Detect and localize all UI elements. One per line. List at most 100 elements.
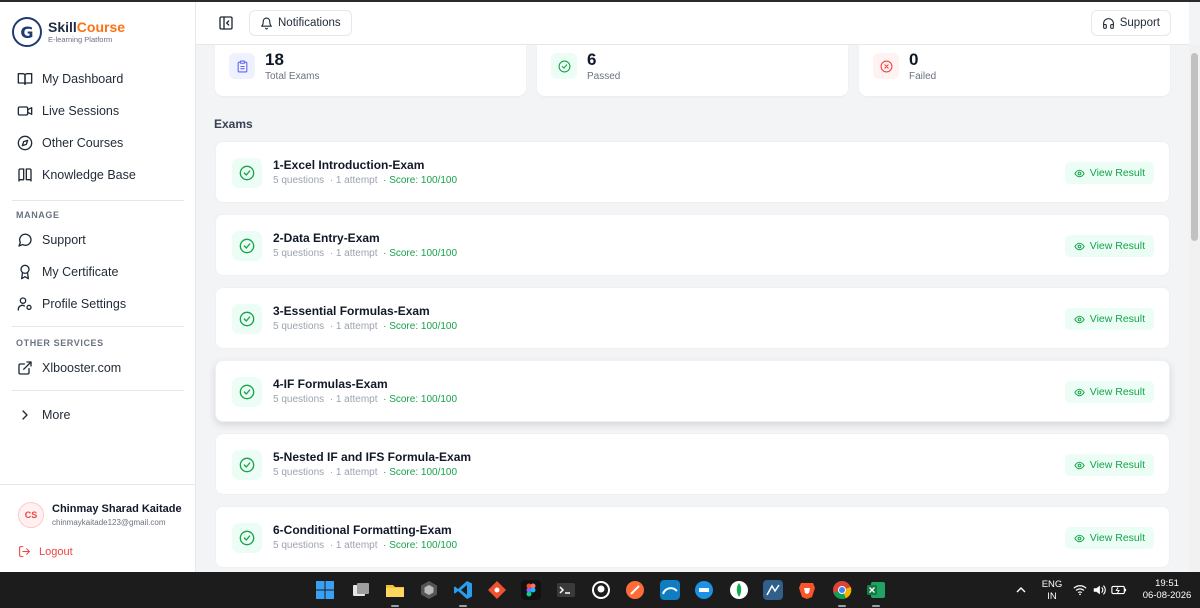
exam-questions: 5 questions [273, 540, 325, 551]
exam-title: 4-IF Formulas-Exam [273, 377, 388, 391]
brand-logo: G [12, 17, 42, 47]
volume-icon[interactable] [1092, 583, 1106, 597]
chevron-right-icon [22, 410, 28, 420]
manage-nav: Support My Certificate Profile Settings [0, 224, 196, 320]
exam-title: 2-Data Entry-Exam [273, 231, 380, 245]
docker-icon[interactable] [694, 580, 714, 600]
chevron-up-icon[interactable] [1016, 585, 1026, 595]
view-result-label: View Result [1089, 313, 1145, 325]
wifi-icon[interactable] [1073, 583, 1087, 597]
github-icon[interactable] [591, 580, 611, 600]
support-button[interactable]: Support [1090, 10, 1171, 36]
vscode-icon[interactable] [453, 580, 473, 600]
sidebar-item-other-courses[interactable]: Other Courses [0, 127, 196, 159]
check-circle-icon [239, 238, 255, 254]
sidebar-item-support[interactable]: Support [0, 224, 196, 256]
section-label-other-services: OTHER SERVICES [16, 338, 104, 348]
exam-score: · Score: 100/100 [383, 175, 458, 186]
sidebar-toggle-icon[interactable] [218, 15, 234, 31]
postman-icon[interactable] [625, 580, 645, 600]
sidebar-item-label: Knowledge Base [42, 168, 136, 182]
sidebar-item-label: Live Sessions [42, 104, 120, 118]
dashboard-icon [17, 73, 33, 85]
user-name: Chinmay Sharad Kaitade [52, 503, 182, 515]
sidebar-item-xlbooster[interactable]: Xlbooster.com [0, 352, 196, 384]
scrollbar-thumb[interactable] [1191, 53, 1198, 241]
support-label: Support [1119, 17, 1160, 29]
exam-attempts: · 1 attempt [329, 248, 378, 259]
check-circle-icon [558, 60, 570, 72]
exam-score: · Score: 100/100 [383, 321, 458, 332]
windows-start-icon[interactable] [315, 580, 335, 600]
sidebar-item-knowledge-base[interactable]: Knowledge Base [0, 159, 196, 191]
edge-icon[interactable] [660, 580, 680, 600]
view-result-button[interactable]: View Result [1064, 308, 1154, 330]
avatar[interactable]: CS [18, 502, 44, 528]
sidebar-item-label: Support [42, 233, 86, 247]
chrome-icon[interactable] [832, 580, 852, 600]
book-icon [18, 168, 32, 182]
eye-icon [1074, 388, 1085, 396]
sidebar-item-label: More [42, 408, 71, 422]
view-result-button[interactable]: View Result [1064, 381, 1154, 403]
sidebar: G SkillCourse E-learning Platform My Das… [0, 2, 196, 572]
view-result-button[interactable]: View Result [1064, 454, 1154, 476]
exam-meta: 5 questions · 1 attempt · Score: 100/100 [273, 248, 457, 259]
clock-date: 06-08-2026 [1142, 590, 1192, 601]
exam-attempts: · 1 attempt [329, 394, 378, 405]
sidebar-divider [12, 390, 184, 391]
view-result-label: View Result [1089, 240, 1145, 252]
excel-icon[interactable] [866, 580, 886, 600]
app-cube-icon[interactable] [419, 580, 439, 600]
sidebar-item-profile-settings[interactable]: Profile Settings [0, 288, 196, 320]
logout-icon [19, 546, 30, 557]
sidebar-item-live-sessions[interactable]: Live Sessions [0, 95, 196, 127]
x-circle-icon [880, 60, 892, 72]
exam-meta: 5 questions · 1 attempt · Score: 100/100 [273, 175, 457, 186]
view-result-button[interactable]: View Result [1064, 527, 1154, 549]
logout-button[interactable]: Logout [18, 545, 73, 558]
sidebar-item-dashboard[interactable]: My Dashboard [0, 63, 196, 95]
language-indicator[interactable]: ENG IN [1038, 579, 1066, 603]
figma-icon[interactable] [521, 580, 541, 600]
exam-title: 3-Essential Formulas-Exam [273, 304, 430, 318]
page-scrollbar[interactable] [1189, 45, 1200, 572]
check-circle-icon [239, 530, 255, 546]
notifications-button[interactable]: Notifications [249, 10, 352, 36]
exam-card: 6-Conditional Formatting-Exam 5 question… [215, 506, 1170, 568]
eye-icon [1074, 534, 1085, 542]
sidebar-item-certificate[interactable]: My Certificate [0, 256, 196, 288]
stat-card-failed: 0 Failed [859, 45, 1170, 96]
clock-time: 19:51 [1155, 578, 1179, 589]
task-view-icon[interactable] [351, 580, 371, 600]
exam-questions: 5 questions [273, 467, 325, 478]
battery-icon[interactable] [1111, 583, 1127, 597]
git-icon[interactable] [487, 580, 507, 600]
view-result-button[interactable]: View Result [1064, 162, 1154, 184]
exams-section-title: Exams [214, 117, 253, 131]
sidebar-item-label: Profile Settings [42, 297, 127, 311]
brave-browser-icon[interactable] [797, 580, 817, 600]
exam-attempts: · 1 attempt [329, 540, 378, 551]
view-result-label: View Result [1089, 167, 1145, 179]
sidebar-item-more[interactable]: More [0, 399, 196, 431]
main-content: 18 Total Exams 6 Passed 0 Failed Exams 1… [196, 45, 1189, 572]
sidebar-item-label: My Certificate [42, 265, 119, 279]
award-icon [20, 264, 30, 280]
exam-questions: 5 questions [273, 248, 325, 259]
main-nav: My Dashboard Live Sessions Other Courses… [0, 63, 196, 191]
view-result-button[interactable]: View Result [1064, 235, 1154, 257]
brand-subtitle: E-learning Platform [48, 35, 113, 44]
headset-icon [1102, 17, 1114, 29]
file-explorer-icon[interactable] [385, 580, 405, 600]
exam-questions: 5 questions [273, 321, 325, 332]
brand[interactable]: G SkillCourse E-learning Platform [12, 17, 125, 47]
clock[interactable]: 19:51 06-08-2026 [1140, 578, 1194, 602]
stat-card-total-exams: 18 Total Exams [215, 45, 526, 96]
stat-label: Total Exams [265, 71, 320, 82]
mongodb-icon[interactable] [729, 580, 749, 600]
mysql-workbench-icon[interactable] [763, 580, 783, 600]
terminal-icon[interactable] [556, 580, 576, 600]
chat-icon [18, 233, 32, 247]
sidebar-item-label: Xlbooster.com [42, 361, 122, 375]
